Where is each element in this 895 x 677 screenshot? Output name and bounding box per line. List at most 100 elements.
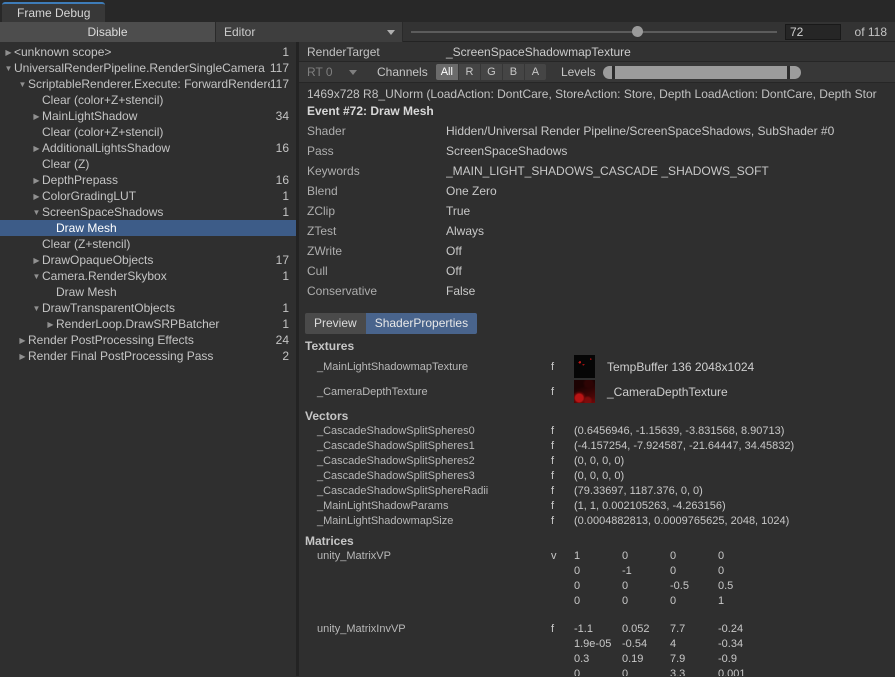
- tree-row[interactable]: Draw Mesh: [0, 220, 296, 236]
- texture-name: _MainLightShadowmapTexture: [299, 361, 551, 373]
- vector-name: _CascadeShadowSplitSpheres1: [299, 439, 551, 454]
- foldout-expanded-icon[interactable]: ▼: [31, 304, 42, 313]
- matrix-cell: 1: [718, 594, 766, 609]
- matrix-cell: -1: [622, 564, 670, 579]
- tree-row-count: 17: [276, 253, 296, 267]
- tree-row[interactable]: ▼DrawTransparentObjects1: [0, 300, 296, 316]
- foldout-collapsed-icon[interactable]: ▶: [17, 352, 28, 361]
- foldout-collapsed-icon[interactable]: ▶: [31, 144, 42, 153]
- foldout-expanded-icon[interactable]: ▼: [31, 272, 42, 281]
- rt-index-dropdown[interactable]: RT 0: [302, 64, 364, 80]
- tree-row[interactable]: ▶MainLightShadow34: [0, 108, 296, 124]
- render-target-label: RenderTarget: [299, 45, 446, 59]
- channel-button-all[interactable]: All: [436, 64, 458, 80]
- tree-row[interactable]: ▶ColorGradingLUT1: [0, 188, 296, 204]
- tab-preview[interactable]: Preview: [305, 313, 366, 334]
- matrix-cell: -0.9: [718, 652, 766, 667]
- frame-number-input[interactable]: [785, 24, 841, 40]
- tree-row-count: 1: [282, 205, 296, 219]
- texture-thumbnail[interactable]: [574, 380, 595, 403]
- matrix-cell: 7.9: [670, 652, 718, 667]
- property-value: Hidden/Universal Render Pipeline/ScreenS…: [446, 121, 895, 141]
- vector-name: _MainLightShadowmapSize: [299, 514, 551, 529]
- foldout-collapsed-icon[interactable]: ▶: [31, 112, 42, 121]
- property-label: Conservative: [299, 281, 446, 301]
- tree-row[interactable]: ▶DepthPrepass16: [0, 172, 296, 188]
- matrix-cell: 0.5: [718, 579, 766, 594]
- property-value: ScreenSpaceShadows: [446, 141, 895, 161]
- tree-row-label: Clear (Z+stencil): [42, 237, 289, 251]
- target-dropdown[interactable]: Editor: [216, 22, 403, 42]
- property-row: PassScreenSpaceShadows: [299, 141, 895, 161]
- tree-row[interactable]: ▼ScreenSpaceShadows1: [0, 204, 296, 220]
- tab-shaderproperties[interactable]: ShaderProperties: [366, 313, 477, 334]
- vector-row: _MainLightShadowParamsf(1, 1, 0.00210526…: [299, 499, 895, 514]
- tree-row-count: 16: [276, 173, 296, 187]
- matrix-cell: 0: [670, 564, 718, 579]
- vector-row: _MainLightShadowmapSizef(0.0004882813, 0…: [299, 514, 895, 529]
- frame-total-label: of 118: [841, 25, 895, 39]
- vector-name: _CascadeShadowSplitSpheres3: [299, 469, 551, 484]
- tree-row[interactable]: ▼ScriptableRenderer.Execute: ForwardRend…: [0, 76, 296, 92]
- vector-row: _CascadeShadowSplitSpheres3f(0, 0, 0, 0): [299, 469, 895, 484]
- foldout-collapsed-icon[interactable]: ▶: [31, 256, 42, 265]
- tree-row[interactable]: ▶DrawOpaqueObjects17: [0, 252, 296, 268]
- matrix-cell: 0: [670, 594, 718, 609]
- foldout-expanded-icon[interactable]: ▼: [17, 80, 28, 89]
- texture-name: _CameraDepthTexture: [299, 386, 551, 398]
- preview-tab-group: PreviewShaderProperties: [305, 313, 895, 334]
- tree-row[interactable]: Clear (Z+stencil): [0, 236, 296, 252]
- tree-row[interactable]: ▶<unknown scope>1: [0, 44, 296, 60]
- disable-button[interactable]: Disable: [0, 22, 216, 42]
- tree-row[interactable]: ▶Render Final PostProcessing Pass2: [0, 348, 296, 364]
- tree-row-label: ColorGradingLUT: [42, 189, 282, 203]
- frame-slider-thumb[interactable]: [632, 26, 643, 37]
- target-dropdown-value: Editor: [224, 25, 255, 39]
- tree-row[interactable]: Clear (color+Z+stencil): [0, 124, 296, 140]
- shader-state-list: ShaderHidden/Universal Render Pipeline/S…: [299, 121, 895, 301]
- matrix-cell: 0.19: [622, 652, 670, 667]
- levels-slider[interactable]: [603, 66, 801, 79]
- channel-button-a[interactable]: A: [525, 64, 546, 80]
- tree-row[interactable]: Clear (Z): [0, 156, 296, 172]
- tree-row-count: 117: [270, 61, 296, 75]
- tree-row-count: 1: [282, 301, 296, 315]
- matrix-row: unity_MatrixInvVPf-1.10.0527.7-0.241.9e-…: [299, 622, 895, 676]
- foldout-collapsed-icon[interactable]: ▶: [3, 48, 14, 57]
- texture-thumbnail[interactable]: [574, 355, 595, 378]
- tree-row[interactable]: Clear (color+Z+stencil): [0, 92, 296, 108]
- matrix-cell: -0.24: [718, 622, 766, 637]
- vector-type: f: [551, 424, 574, 439]
- tree-row-label: RenderLoop.DrawSRPBatcher: [56, 317, 282, 331]
- foldout-collapsed-icon[interactable]: ▶: [45, 320, 56, 329]
- tree-row-count: 34: [276, 109, 296, 123]
- property-label: Keywords: [299, 161, 446, 181]
- foldout-collapsed-icon[interactable]: ▶: [31, 192, 42, 201]
- foldout-collapsed-icon[interactable]: ▶: [31, 176, 42, 185]
- tree-row[interactable]: ▶Render PostProcessing Effects24: [0, 332, 296, 348]
- tree-row[interactable]: ▶AdditionalLightsShadow16: [0, 140, 296, 156]
- foldout-expanded-icon[interactable]: ▼: [31, 208, 42, 217]
- channels-toolbar: RT 0 Channels AllRGBA Levels: [299, 62, 895, 83]
- frame-debug-tab[interactable]: Frame Debug: [2, 2, 105, 22]
- tree-row[interactable]: ▼UniversalRenderPipeline.RenderSingleCam…: [0, 60, 296, 76]
- tree-row-count: 1: [282, 45, 296, 59]
- tree-row[interactable]: ▼Camera.RenderSkybox1: [0, 268, 296, 284]
- texture-row: _MainLightShadowmapTexturefTempBuffer 13…: [299, 354, 895, 379]
- matrix-cell: 1.9e-05: [574, 637, 622, 652]
- matrix-cell: 0: [622, 667, 670, 676]
- property-row: ConservativeFalse: [299, 281, 895, 301]
- foldout-expanded-icon[interactable]: ▼: [3, 64, 14, 73]
- tree-row-count: 1: [282, 269, 296, 283]
- channel-button-r[interactable]: R: [459, 64, 480, 80]
- channel-button-g[interactable]: G: [481, 64, 502, 80]
- frame-slider[interactable]: [409, 22, 779, 42]
- tree-row-label: MainLightShadow: [42, 109, 276, 123]
- matrix-cell: 0.3: [574, 652, 622, 667]
- tree-row[interactable]: ▶RenderLoop.DrawSRPBatcher1: [0, 316, 296, 332]
- vector-type: f: [551, 469, 574, 484]
- foldout-collapsed-icon[interactable]: ▶: [17, 336, 28, 345]
- vector-type: f: [551, 439, 574, 454]
- tree-row[interactable]: Draw Mesh: [0, 284, 296, 300]
- channel-button-b[interactable]: B: [503, 64, 524, 80]
